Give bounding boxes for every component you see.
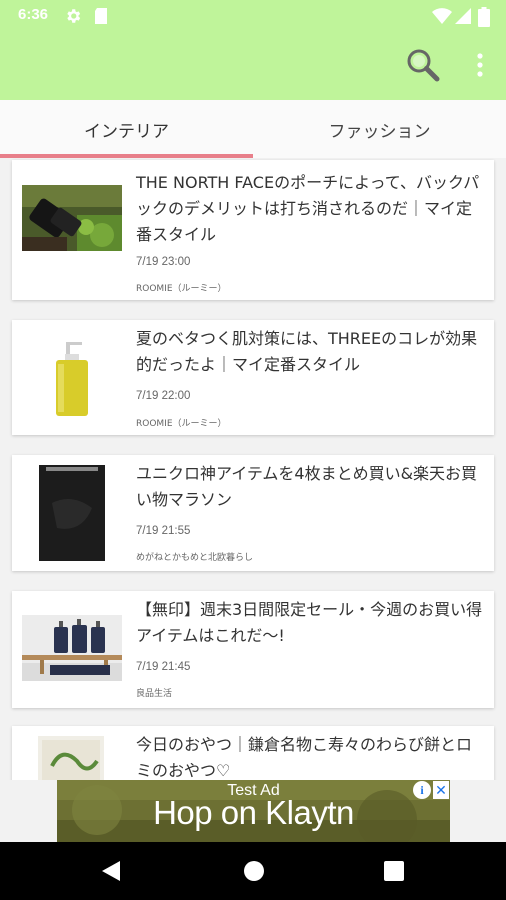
article-source: ROOMIE（ルーミー） [136, 284, 227, 294]
article-title: THE NORTH FACEのポーチによって、バックパックのデメリットは打ち消さ… [136, 173, 480, 244]
article-title: 今日のおやつ｜鎌倉名物こ寿々のわらび餅とロミのおやつ♡ [136, 735, 473, 780]
recents-icon[interactable] [384, 861, 404, 881]
more-vert-icon[interactable] [470, 50, 490, 80]
article-card[interactable]: THE NORTH FACEのポーチによって、バックパックのデメリットは打ち消さ… [12, 160, 494, 300]
article-thumbnail [22, 340, 122, 418]
article-card[interactable]: ユニクロ神アイテムを4枚まとめ買い&楽天お買い物マラソン 7/19 21:55 … [12, 455, 494, 571]
article-time: 7/19 21:55 [136, 525, 191, 537]
battery-icon [478, 7, 490, 27]
ad-info-icon[interactable]: i [413, 781, 431, 799]
ad-close-icon[interactable]: ✕ [433, 781, 449, 799]
article-time: 7/19 23:00 [136, 256, 191, 268]
status-time: 6:36 [18, 6, 49, 23]
back-icon[interactable] [100, 860, 122, 882]
article-title: 夏のベタつく肌対策には、THREEのコレが効果的だったよ｜マイ定番スタイル [136, 329, 478, 374]
article-card[interactable]: 夏のベタつく肌対策には、THREEのコレが効果的だったよ｜マイ定番スタイル 7/… [12, 320, 494, 435]
home-icon[interactable] [243, 860, 265, 882]
article-thumbnail [22, 463, 122, 563]
sd-card-icon [95, 8, 107, 24]
article-card[interactable]: 今日のおやつ｜鎌倉名物こ寿々のわらび餅とロミのおやつ♡ [12, 726, 494, 780]
tab-interior[interactable]: インテリア [0, 100, 253, 158]
ad-banner[interactable]: Test Ad Hop on Klaytn i ✕ [57, 780, 450, 842]
tab-bar: インテリア ファッション [0, 100, 506, 158]
article-card[interactable]: 【無印】週末3日間限定セール・今週のお買い得アイテムはこれだ～! 7/19 21… [12, 591, 494, 708]
app-bar [0, 32, 506, 100]
wifi-icon [432, 8, 452, 24]
article-thumbnail [38, 736, 104, 780]
article-source: ROOMIE（ルーミー） [136, 419, 227, 429]
article-time: 7/19 21:45 [136, 661, 191, 673]
article-feed[interactable]: THE NORTH FACEのポーチによって、バックパックのデメリットは打ち消さ… [0, 158, 506, 780]
article-source: 良品生活 [136, 689, 173, 699]
article-source: めがねとかもめと北欧暮らし [136, 553, 254, 563]
gear-icon [67, 9, 81, 23]
search-icon[interactable] [406, 48, 440, 82]
article-time: 7/19 22:00 [136, 390, 191, 402]
article-title: 【無印】週末3日間限定セール・今週のお買い得アイテムはこれだ～! [136, 600, 483, 645]
article-thumbnail [22, 185, 122, 251]
navigation-bar [0, 842, 506, 900]
signal-icon [455, 8, 471, 24]
article-title: ユニクロ神アイテムを4枚まとめ買い&楽天お買い物マラソン [136, 464, 478, 509]
ad-headline: Hop on Klaytn [153, 794, 354, 831]
status-bar: 6:36 [0, 0, 506, 32]
article-thumbnail [22, 615, 122, 681]
tab-fashion[interactable]: ファッション [253, 100, 506, 158]
